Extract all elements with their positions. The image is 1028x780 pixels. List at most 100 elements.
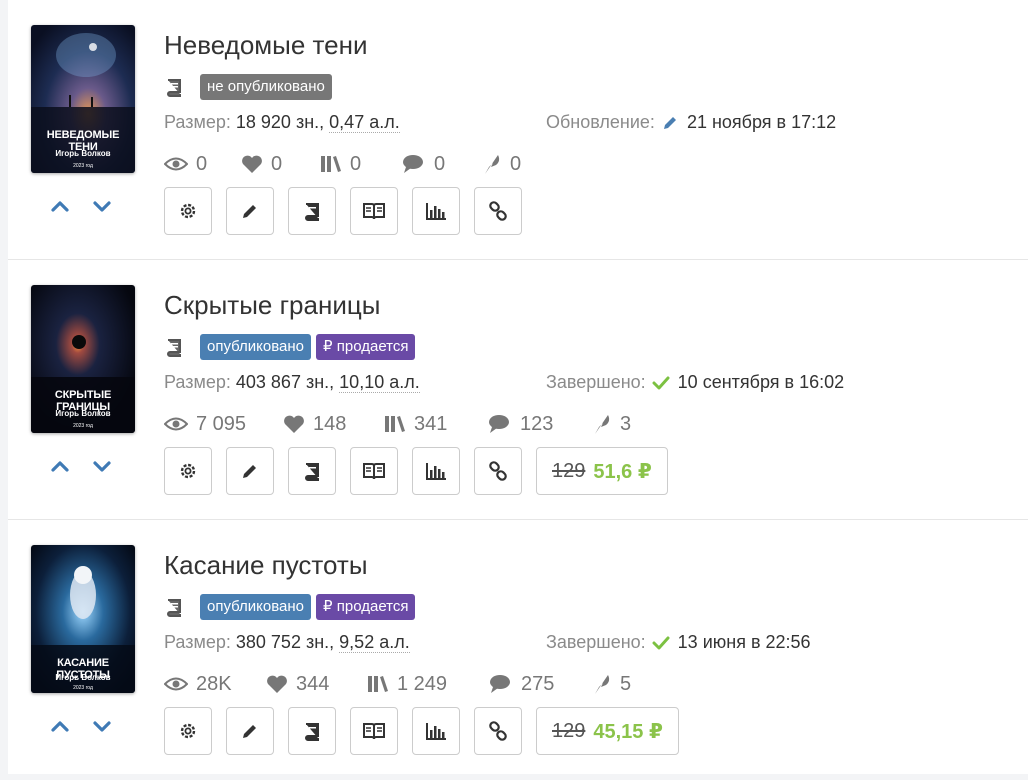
comments-count: 275 [521,672,555,695]
size-chars: 18 920 зн., [235,112,325,132]
size-chars: 403 867 зн., [235,372,335,392]
stats-button[interactable] [412,447,460,495]
book-cover[interactable]: КАСАНИЕ ПУСТОТЫ Игорь Волков 2023 год [31,545,135,693]
eye-icon [164,677,188,691]
stats-button[interactable] [412,187,460,235]
size-al: 9,52 а.л. [339,632,410,653]
library-icon [368,676,388,692]
book-title[interactable]: Неведомые тени [164,30,367,61]
link-icon [489,461,507,481]
chevron-down-icon[interactable] [90,194,114,218]
chevron-down-icon[interactable] [90,454,114,478]
book-cover[interactable]: СКРЫТЫЕ ГРАНИЦЫ Игорь Волков 2023 год [31,285,135,433]
price-button[interactable]: 129 51,6 ₽ [536,447,668,495]
reorder-controls [48,714,118,738]
chevron-up-icon[interactable] [48,454,72,478]
book-date: Завершено: 13 июня в 22:56 [546,632,811,653]
pencil-icon [243,465,256,478]
book-cover[interactable]: НЕВЕДОМЫЕ ТЕНИ Игорь Волков 2023 год [31,25,135,173]
link-icon [489,201,507,221]
gear-icon [180,463,196,479]
size-al: 10,10 а.л. [339,372,420,393]
reorder-controls [48,194,118,218]
book-item: НЕВЕДОМЫЕ ТЕНИ Игорь Волков 2023 год Нев… [8,0,1028,260]
cover-year: 2023 год [73,163,93,169]
comments-stat: 0 [402,152,445,176]
status-badge: опубликовано [200,594,312,620]
edit-button[interactable] [226,447,274,495]
link-button[interactable] [474,707,522,755]
book-size: Размер: 380 752 зн., 9,52 а.л. [164,632,410,653]
price-button[interactable]: 129 45,15 ₽ [536,707,679,755]
book-icon [167,79,181,97]
read-button[interactable] [350,707,398,755]
awards-count: 5 [620,672,632,695]
likes-count: 148 [313,412,347,435]
comments-icon [403,155,423,173]
book-button[interactable] [288,187,336,235]
book-date: Завершено: 10 сентября в 16:02 [546,372,844,393]
book-button[interactable] [288,447,336,495]
eye-icon [164,157,188,171]
views-stat: 28K [164,672,232,696]
read-button[interactable] [350,447,398,495]
settings-button[interactable] [164,707,212,755]
sale-badge: ₽ продается [316,334,416,360]
comments-count: 123 [520,412,554,435]
awards-stat: 5 [592,672,631,696]
eye-icon [164,417,188,431]
awards-stat: 0 [482,152,521,176]
link-button[interactable] [474,447,522,495]
library-icon [385,416,405,432]
chevron-up-icon[interactable] [48,714,72,738]
libraries-count: 0 [350,152,362,175]
book-title[interactable]: Скрытые границы [164,290,380,321]
pencil-icon [663,116,676,129]
date-label: Обновление: [546,112,655,132]
gear-icon [180,723,196,739]
edit-button[interactable] [226,187,274,235]
likes-count: 344 [296,672,330,695]
size-label: Размер: [164,372,231,392]
read-button[interactable] [350,187,398,235]
views-stat: 7 095 [164,412,246,436]
bar-chart-icon [426,723,446,740]
settings-button[interactable] [164,447,212,495]
book-icon [167,599,181,617]
comments-icon [490,675,510,693]
old-price: 129 [552,719,586,742]
status-badge: опубликовано [200,334,312,360]
settings-button[interactable] [164,187,212,235]
date-value: 13 июня в 22:56 [677,632,811,652]
comments-stat: 123 [488,412,553,436]
book-size: Размер: 403 867 зн., 10,10 а.л. [164,372,420,393]
stats-button[interactable] [412,707,460,755]
likes-stat: 148 [283,412,346,436]
reorder-controls [48,454,118,478]
book-size: Размер: 18 920 зн., 0,47 а.л. [164,112,400,133]
awards-count: 3 [620,412,632,435]
book-item: КАСАНИЕ ПУСТОТЫ Игорь Волков 2023 год Ка… [8,520,1028,780]
book-icon [305,203,319,221]
sale-badge: ₽ продается [316,594,416,620]
link-icon [489,721,507,741]
book-tags: опубликовано ₽ продается [164,594,420,620]
open-book-icon [363,723,385,740]
date-label: Завершено: [546,632,646,652]
likes-count: 0 [271,152,283,175]
link-button[interactable] [474,187,522,235]
awards-stat: 3 [592,412,631,436]
date-label: Завершено: [546,372,646,392]
size-al: 0,47 а.л. [329,112,400,133]
chevron-up-icon[interactable] [48,194,72,218]
book-icon [305,723,319,741]
edit-button[interactable] [226,707,274,755]
book-title[interactable]: Касание пустоты [164,550,368,581]
book-icon [305,463,319,481]
chevron-down-icon[interactable] [90,714,114,738]
heart-icon [267,675,287,693]
new-price: 45,15 ₽ [593,720,663,743]
pencil-icon [243,205,256,218]
likes-stat: 344 [266,672,329,696]
book-button[interactable] [288,707,336,755]
